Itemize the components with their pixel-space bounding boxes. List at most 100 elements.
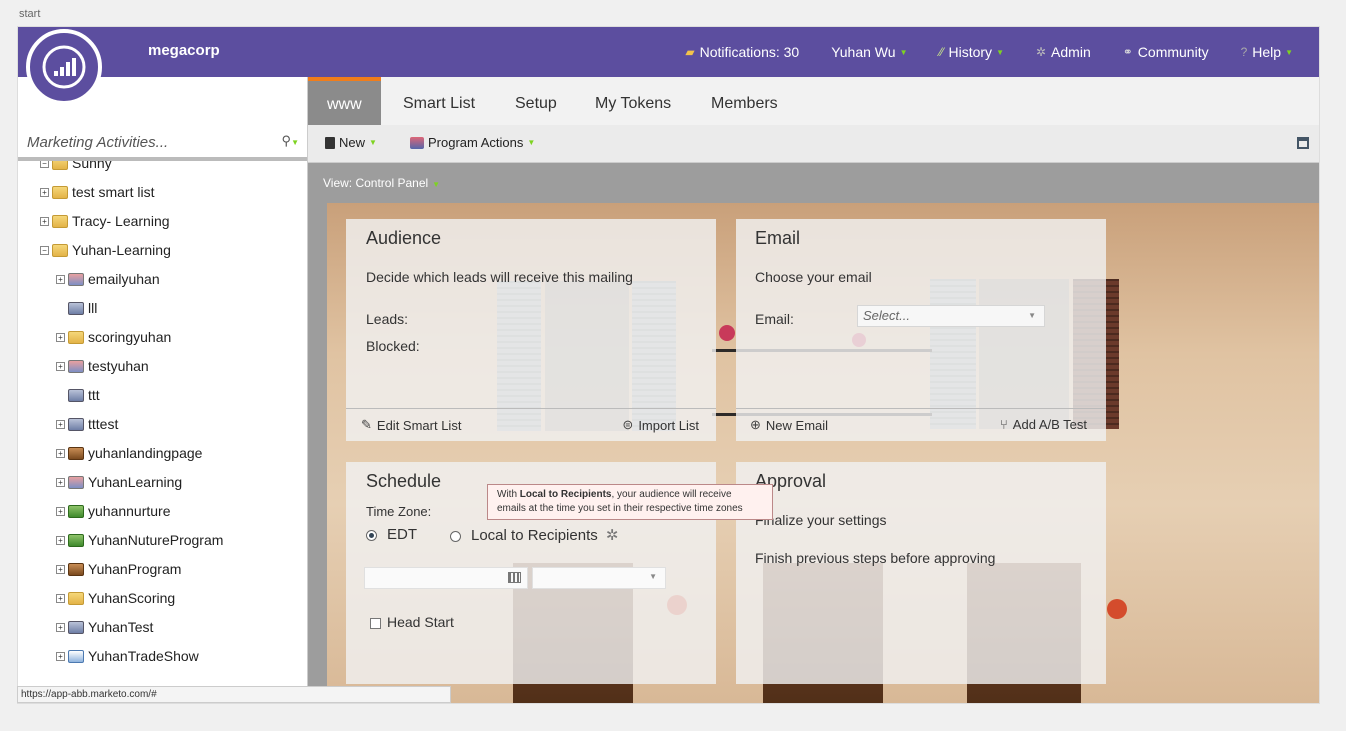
nurture-icon <box>68 533 84 547</box>
tab-setup[interactable]: Setup <box>515 77 557 125</box>
history-icon: ⁄⁄ <box>939 45 944 59</box>
program-icon <box>68 359 84 373</box>
new-button[interactable]: New ▼ <box>325 135 377 150</box>
expand-icon[interactable]: + <box>40 216 49 226</box>
tree-item[interactable]: + scoringyuhan <box>56 325 171 349</box>
tree-item[interactable]: − Yuhan-Learning <box>40 238 171 262</box>
landing-page-icon <box>68 446 84 460</box>
tab-members[interactable]: Members <box>711 77 778 125</box>
plus-circle-icon: ⊕ <box>750 417 761 432</box>
time-select[interactable]: ▼ <box>532 567 666 589</box>
expand-icon[interactable]: − <box>40 161 49 168</box>
expand-icon[interactable]: + <box>56 477 65 487</box>
expand-icon[interactable]: + <box>56 361 65 371</box>
folder-icon <box>52 214 68 228</box>
help-menu[interactable]: ? Help ▼ <box>1225 44 1309 60</box>
calendar-icon[interactable] <box>508 572 521 583</box>
tree-item[interactable]: + YuhanTest <box>56 615 153 639</box>
chevron-down-icon: ▼ <box>369 138 377 147</box>
expand-icon[interactable]: + <box>56 593 65 603</box>
brand-name[interactable]: megacorp <box>148 42 220 59</box>
tree-item[interactable]: + YuhanScoring <box>56 586 175 610</box>
date-input[interactable] <box>364 567 528 589</box>
sidebar-search[interactable]: Marketing Activities... ⚲▼ <box>18 127 307 161</box>
landing-page-icon <box>68 562 84 576</box>
expand-icon[interactable]: + <box>56 419 65 429</box>
user-menu[interactable]: Yuhan Wu ▼ <box>815 44 923 60</box>
community-button[interactable]: ⚭ Community <box>1107 44 1225 60</box>
help-icon: ? <box>1240 45 1248 59</box>
history-menu[interactable]: ⁄⁄ History ▼ <box>923 44 1020 60</box>
blocked-label: Blocked: <box>366 338 420 354</box>
view-selector[interactable]: View: Control Panel ▼ <box>323 176 440 190</box>
new-icon <box>325 136 335 149</box>
edit-smart-list-button[interactable]: ✎ Edit Smart List <box>361 417 461 433</box>
edt-radio[interactable]: EDT <box>366 526 417 543</box>
tree-item[interactable]: + emailyuhan <box>56 267 160 291</box>
folder-icon <box>52 243 68 257</box>
chevron-down-icon: ▼ <box>1028 311 1036 320</box>
expand-icon[interactable]: + <box>56 332 65 342</box>
approval-card: Approval Finalize your settings Finish p… <box>736 462 1106 684</box>
tree-item[interactable]: + YuhanLearning <box>56 470 182 494</box>
sidebar-search-input[interactable]: Marketing Activities... <box>27 134 168 151</box>
expand-icon[interactable]: + <box>56 622 65 632</box>
tab-my-tokens[interactable]: My Tokens <box>595 77 671 125</box>
expand-icon[interactable]: + <box>56 535 65 545</box>
expand-icon[interactable]: + <box>56 448 65 458</box>
head-start-checkbox[interactable]: Head Start <box>370 614 454 630</box>
tree-item[interactable]: ttt <box>68 383 100 407</box>
tree-item[interactable]: lll <box>68 296 97 320</box>
history-label: History <box>948 44 993 60</box>
local-to-recipients-radio[interactable]: Local to Recipients ✲ <box>450 526 619 544</box>
radio-checked-icon[interactable] <box>366 529 377 541</box>
top-bar: megacorp ▰ Notifications: 30 Yuhan Wu ▼ … <box>18 27 1319 77</box>
tree-item[interactable]: − Sunny <box>40 161 112 175</box>
expand-icon[interactable]: + <box>56 506 65 516</box>
tree-item[interactable]: + YuhanTradeShow <box>56 644 199 668</box>
marketo-logo[interactable] <box>26 29 102 105</box>
new-email-button[interactable]: ⊕ New Email <box>750 417 828 433</box>
expand-icon[interactable]: + <box>40 187 49 197</box>
chevron-down-icon: ▼ <box>899 47 908 57</box>
program-icon <box>68 272 84 286</box>
tree-item[interactable]: + testyuhan <box>56 354 149 378</box>
tree-item[interactable]: + YuhanNutureProgram <box>56 528 223 552</box>
collapse-icon[interactable]: − <box>40 245 49 255</box>
pencil-icon: ✎ <box>361 417 372 432</box>
gear-icon[interactable]: ✲ <box>606 527 619 544</box>
program-icon <box>68 475 84 489</box>
email-field-label: Email: <box>755 311 794 327</box>
email-program-icon <box>68 620 84 634</box>
filter-icon[interactable]: ⚲▼ <box>282 133 299 149</box>
admin-button[interactable]: ✲ Admin <box>1020 44 1107 60</box>
checkbox-icon[interactable] <box>370 617 381 629</box>
expand-icon[interactable]: + <box>56 651 65 661</box>
community-icon: ⚭ <box>1122 45 1133 59</box>
email-footer: ⊕ New Email ⑂ Add A/B Test <box>736 408 1106 441</box>
import-list-button[interactable]: ⊜ Import List <box>622 417 699 433</box>
tab-smart-list[interactable]: Smart List <box>403 77 475 125</box>
tree-item[interactable]: + yuhanlandingpage <box>56 441 202 465</box>
tree-item[interactable]: + yuhannurture <box>56 499 171 523</box>
expand-icon[interactable]: + <box>56 274 65 284</box>
tree-item[interactable]: + Tracy- Learning <box>40 209 170 233</box>
expand-icon[interactable]: + <box>56 564 65 574</box>
audience-card: Audience Decide which leads will receive… <box>346 219 716 441</box>
notifications-button[interactable]: ▰ Notifications: 30 <box>669 44 815 60</box>
gear-icon: ✲ <box>1035 45 1047 59</box>
tree-item[interactable]: + tttest <box>56 412 118 436</box>
window-icon[interactable] <box>1297 137 1309 149</box>
tree-item[interactable]: + YuhanProgram <box>56 557 181 581</box>
radio-icon[interactable] <box>450 530 461 542</box>
chevron-down-icon: ▼ <box>996 47 1004 57</box>
approval-note: Finish previous steps before approving <box>755 550 996 566</box>
add-ab-test-button[interactable]: ⑂ Add A/B Test <box>1000 417 1087 432</box>
ab-test-icon: ⑂ <box>999 417 1008 432</box>
tree-item[interactable]: + test smart list <box>40 180 154 204</box>
view-bar: View: Control Panel ▼ <box>308 163 1319 203</box>
email-select[interactable]: Select... ▼ <box>857 305 1045 327</box>
tab-www[interactable]: www <box>308 77 381 125</box>
program-actions-button[interactable]: Program Actions ▼ <box>410 135 535 150</box>
notifications-label: Notifications: 30 <box>699 44 800 60</box>
